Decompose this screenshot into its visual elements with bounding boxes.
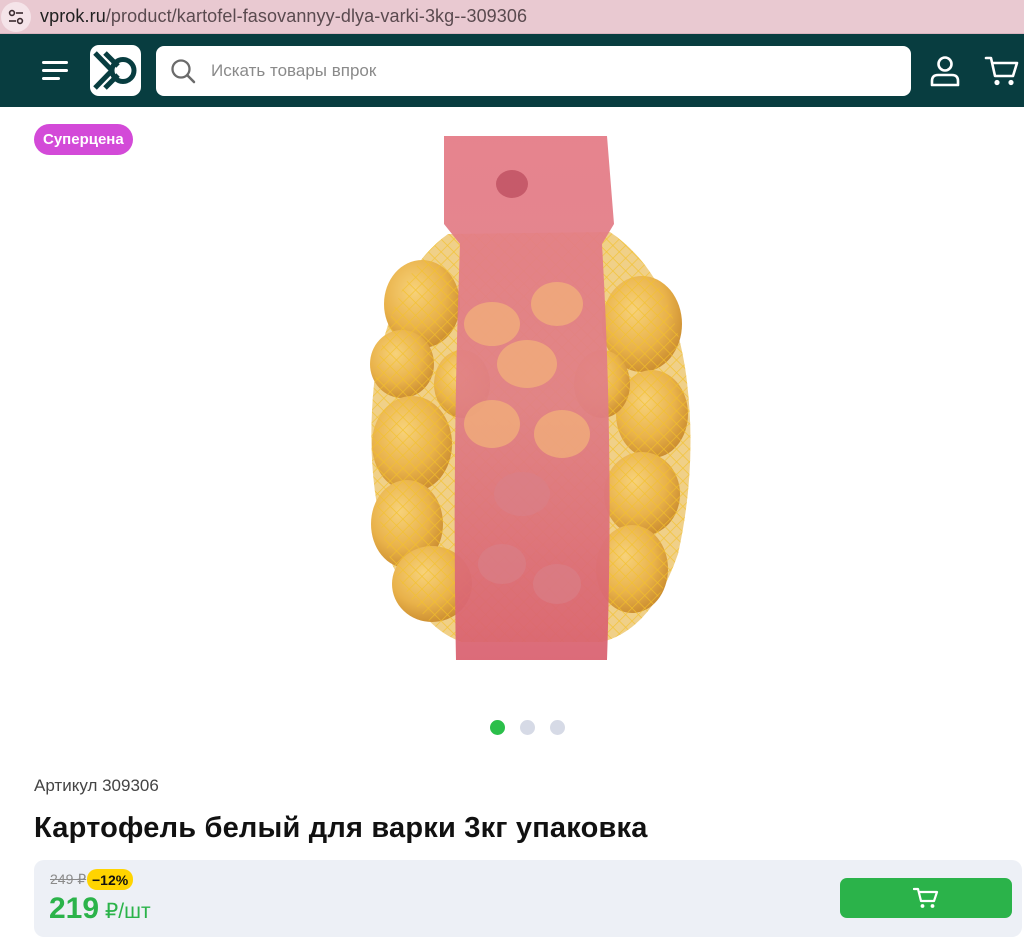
price-unit: ₽/шт xyxy=(99,900,151,923)
search-box xyxy=(156,46,911,96)
product-sku: Артикул 309306 xyxy=(34,776,159,795)
gallery-dot-3[interactable] xyxy=(550,720,565,735)
hamburger-menu-icon[interactable] xyxy=(38,55,72,85)
url-path: /product/kartofel-fasovannyy-dlya-varki-… xyxy=(105,6,528,26)
site-settings-icon[interactable] xyxy=(1,1,31,32)
product-image[interactable] xyxy=(352,124,704,672)
search-icon xyxy=(171,59,196,84)
url-host: vprok.ru xyxy=(40,6,106,26)
product-title: Картофель белый для варки 3кг упаковка xyxy=(34,812,648,844)
vprok-logo[interactable] xyxy=(90,45,141,96)
discount-badge: −12% xyxy=(87,869,134,890)
user-icon[interactable] xyxy=(928,54,962,88)
current-price: 219 ₽/шт xyxy=(49,892,151,926)
search-input[interactable] xyxy=(211,46,901,96)
price-value: 219 xyxy=(49,892,100,925)
cart-icon[interactable] xyxy=(984,53,1020,89)
browser-address-bar: vprok.ru/product/kartofel-fasovannyy-dly… xyxy=(0,0,1024,34)
gallery-pagination xyxy=(490,720,565,735)
gallery-dot-2[interactable] xyxy=(520,720,535,735)
gallery-dot-1[interactable] xyxy=(490,720,505,735)
add-to-cart-button[interactable] xyxy=(840,878,1012,918)
site-header xyxy=(0,34,1024,107)
address-url[interactable]: vprok.ru/product/kartofel-fasovannyy-dly… xyxy=(40,6,527,27)
superprice-badge: Суперцена xyxy=(34,124,133,155)
price-bar: 249 ₽ −12% 219 ₽/шт xyxy=(34,860,1022,937)
add-to-cart-icon xyxy=(913,887,939,908)
old-price: 249 ₽ xyxy=(50,871,87,887)
